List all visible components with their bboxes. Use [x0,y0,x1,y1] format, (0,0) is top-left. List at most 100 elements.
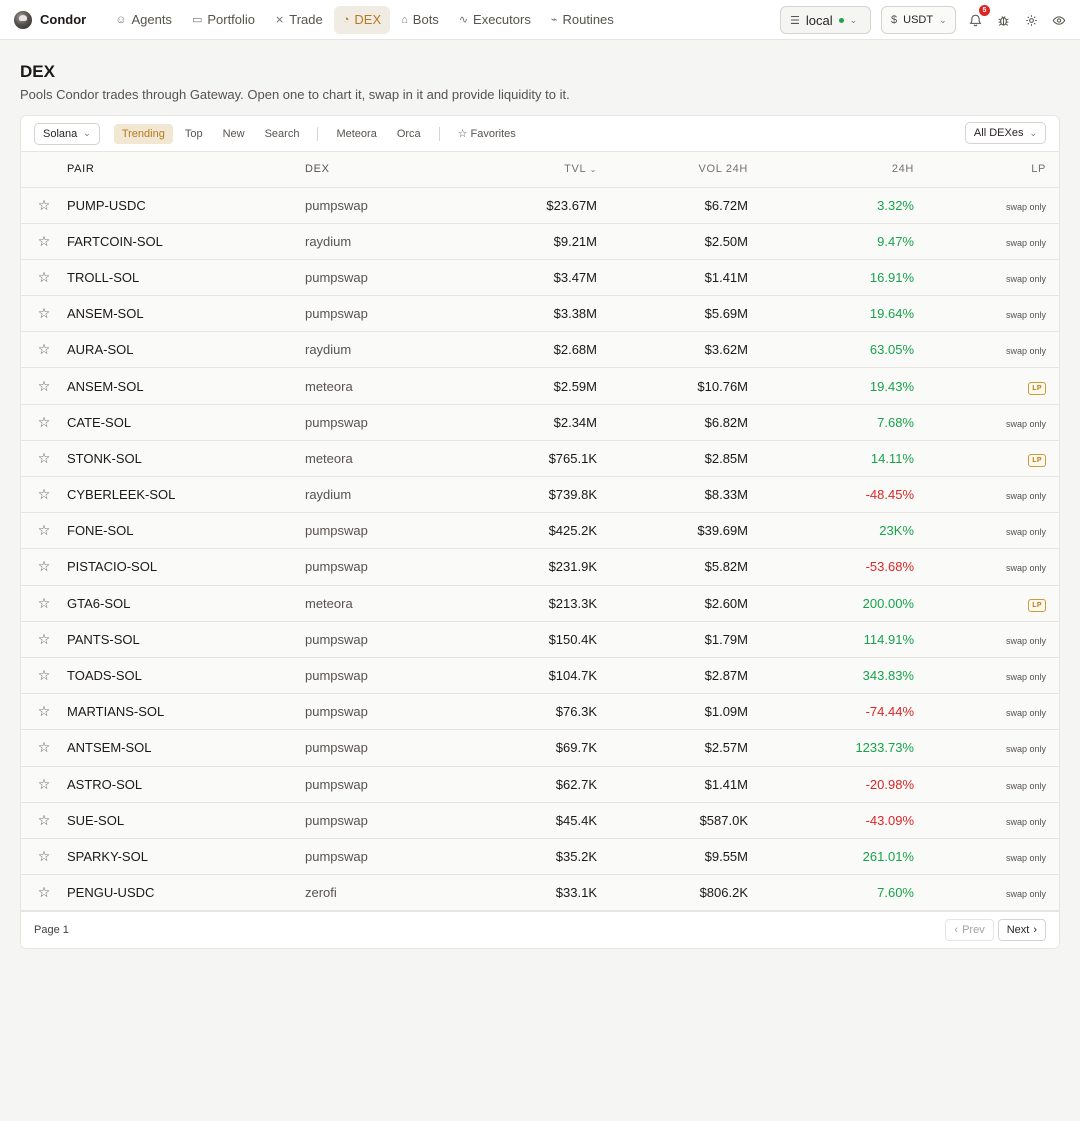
notifications-button[interactable]: 5 [966,5,990,29]
swap-only-label: swap only [1005,816,1046,827]
next-page-button[interactable]: Next › [997,918,1046,941]
nav-item-trade[interactable]: ⨯ Trade [266,6,332,34]
volume-cell: $39.69M [597,512,748,550]
favorite-toggle[interactable]: ☆ [21,548,67,586]
nav-item-executors[interactable]: ∿ Executors [450,6,540,34]
nav-item-agents[interactable]: ☺ Agents [106,6,181,34]
favorite-toggle[interactable]: ☆ [21,657,67,695]
network-select[interactable]: Solana ⌄ [34,122,100,145]
dex-select[interactable]: All DEXes ⌄ [964,122,1046,144]
filter-search[interactable]: Search [257,124,308,144]
filter-trending[interactable]: Trending [113,123,173,144]
pools-card: Solana ⌄ Trending Top New Search Meteora Orca… [20,115,1060,949]
favorite-toggle[interactable]: ☆ [21,259,67,297]
favorite-toggle[interactable]: ☆ [21,766,67,803]
lp-cell: swap only [914,476,1059,514]
table-row[interactable]: ☆ AURA-SOL raydium $2.68M $3.62M 63.05% swap o… [21,331,1059,369]
agents-icon: ☺ [115,13,127,26]
volume-column-header[interactable]: VOL 24H [597,152,748,188]
table-row[interactable]: ☆ ANTSEM-SOL pumpswap $69.7K $2.57M 1233.73% s… [21,729,1059,767]
pools-toolbar: Solana ⌄ Trending Top New Search Meteora Orca… [21,116,1059,152]
lp-cell: swap only [914,259,1059,297]
table-row[interactable]: ☆ MARTIANS-SOL pumpswap $76.3K $1.09M -74.44%… [21,693,1059,731]
table-row[interactable]: ☆ SPARKY-SOL pumpswap $35.2K $9.55M 261.01% sw… [21,838,1059,876]
visibility-button[interactable] [1050,11,1068,29]
favorites-filter[interactable]: ☆ Favorites [450,124,524,144]
nav-item-bots[interactable]: ⌂ Bots [392,6,448,34]
nav-item-label: Agents [131,12,172,27]
change-column-header[interactable]: 24H [748,152,914,188]
table-row[interactable]: ☆ TROLL-SOL pumpswap $3.47M $1.41M 16.91% swap… [21,259,1059,297]
favorite-toggle[interactable]: ☆ [21,512,67,550]
tvl-column-header[interactable]: TVL ⌄ [475,152,597,188]
lp-cell: swap only [914,874,1059,912]
table-row[interactable]: ☆ FONE-SOL pumpswap $425.2K $39.69M 23K% swap … [21,512,1059,550]
table-row[interactable]: ☆ ASTRO-SOL pumpswap $62.7K $1.41M -20.98% swa… [21,766,1059,803]
volume-cell: $5.69M [597,295,748,333]
table-row[interactable]: ☆ GTA6-SOL meteora $213.3K $2.60M 200.00% LP [21,585,1059,622]
trade-icon: ⨯ [275,14,285,26]
nav-item-routines[interactable]: ⌁ Routines [542,6,623,34]
favorite-toggle[interactable]: ☆ [21,404,67,441]
filter-new[interactable]: New [215,124,253,144]
star-icon: ☆ [37,811,51,828]
star-icon: ☆ [37,775,51,792]
lp-column-header[interactable]: LP [914,152,1059,188]
table-row[interactable]: ☆ CYBERLEEK-SOL raydium $739.8K $8.33M -48.45… [21,476,1059,514]
table-row[interactable]: ☆ PANTS-SOL pumpswap $150.4K $1.79M 114.91% sw… [21,621,1059,658]
divider [317,126,319,141]
dex-cell: meteora [305,585,475,622]
environment-select[interactable]: ☰ local ⌄ [780,6,871,34]
dex-cell: pumpswap [305,657,475,695]
nav-item-portfolio[interactable]: ▭ Portfolio [183,6,264,34]
table-row[interactable]: ☆ FARTCOIN-SOL raydium $9.21M $2.50M 9.47% swa… [21,223,1059,260]
chevron-left-icon: ‹ [954,923,959,936]
star-icon: ☆ [37,341,51,358]
change-cell: 114.91% [748,621,914,658]
table-row[interactable]: ☆ PENGU-USDC zerofi $33.1K $806.2K 7.60% swap … [21,874,1059,912]
favorite-toggle[interactable]: ☆ [21,476,67,514]
table-row[interactable]: ☆ STONK-SOL meteora $765.1K $2.85M 14.11% LP [21,440,1059,478]
prev-page-button[interactable]: ‹ Prev [945,918,994,941]
favorite-toggle[interactable]: ☆ [21,440,67,478]
favorite-toggle[interactable]: ☆ [21,874,67,912]
debug-button[interactable] [994,11,1012,29]
favorite-toggle[interactable]: ☆ [21,367,67,405]
tvl-cell: $23.67M [475,187,597,224]
table-row[interactable]: ☆ ANSEM-SOL pumpswap $3.38M $5.69M 19.64% swap… [21,295,1059,333]
favorite-toggle[interactable]: ☆ [21,331,67,369]
dex-column-header[interactable]: DEX [305,152,475,188]
favorite-toggle[interactable]: ☆ [21,585,67,622]
favorite-toggle[interactable]: ☆ [21,802,67,839]
volume-cell: $587.0K [597,802,748,839]
favorite-toggle[interactable]: ☆ [21,621,67,658]
table-row[interactable]: ☆ SUE-SOL pumpswap $45.4K $587.0K -43.09% swap… [21,802,1059,839]
settings-button[interactable] [1022,11,1040,29]
currency-select[interactable]: $ USDT ⌄ [881,6,956,34]
nav-item-dex[interactable]: ◔ DEX [333,5,391,34]
dex-cell: raydium [305,331,475,369]
brand[interactable]: Condor [14,10,86,29]
favorite-toggle[interactable]: ☆ [21,223,67,260]
dex-cell: raydium [305,223,475,260]
table-row[interactable]: ☆ PISTACIO-SOL pumpswap $231.9K $5.82M -53.68… [21,548,1059,586]
favorite-toggle[interactable]: ☆ [21,838,67,876]
table-row[interactable]: ☆ PUMP-USDC pumpswap $23.67M $6.72M 3.32% swap… [21,187,1059,224]
filter-top[interactable]: Top [177,124,211,144]
change-cell: 19.43% [748,367,914,405]
favorite-toggle[interactable]: ☆ [21,295,67,333]
bug-icon [997,15,1009,26]
dex-filter-orca[interactable]: Orca [389,124,429,144]
dex-filter-meteora[interactable]: Meteora [328,124,384,144]
star-icon: ☆ [37,594,51,611]
swap-only-label: swap only [1005,237,1046,248]
table-row[interactable]: ☆ ANSEM-SOL meteora $2.59M $10.76M 19.43% LP [21,367,1059,405]
table-row[interactable]: ☆ TOADS-SOL pumpswap $104.7K $2.87M 343.83% sw… [21,657,1059,695]
volume-cell: $2.87M [597,657,748,695]
favorite-toggle[interactable]: ☆ [21,187,67,224]
pair-column-header[interactable]: PAIR [67,152,305,188]
table-row[interactable]: ☆ CATE-SOL pumpswap $2.34M $6.82M 7.68% swap o… [21,404,1059,441]
favorite-toggle[interactable]: ☆ [21,729,67,767]
favorite-toggle[interactable]: ☆ [21,693,67,731]
lp-cell: LP [914,585,1059,622]
